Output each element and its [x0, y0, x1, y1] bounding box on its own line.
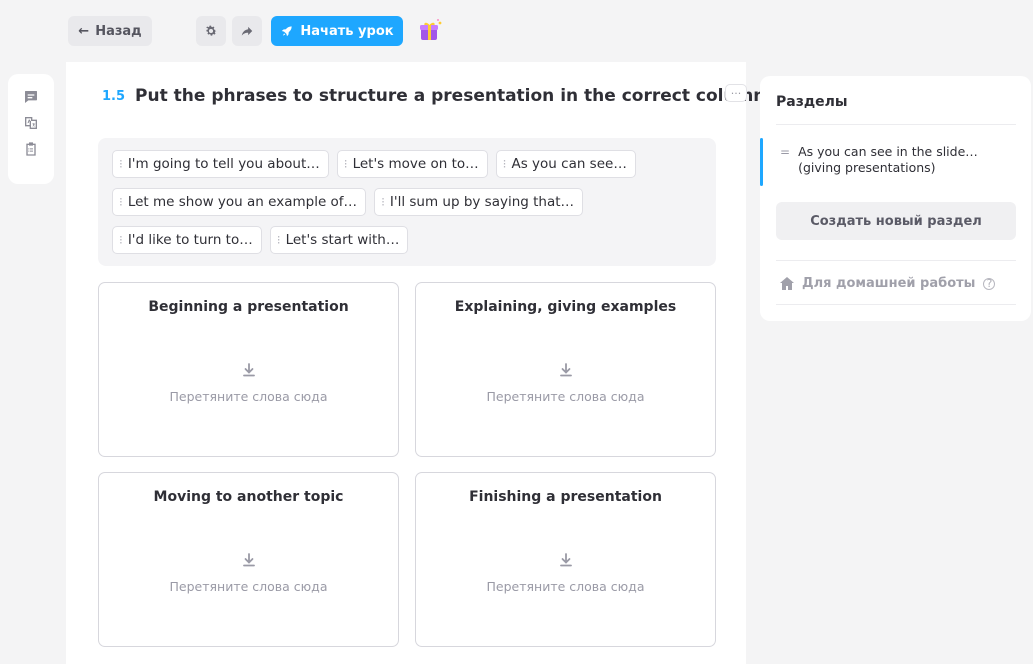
- back-label: Назад: [95, 23, 142, 39]
- clipboard-icon: [26, 142, 36, 156]
- notes-button[interactable]: [22, 140, 40, 158]
- homework-item[interactable]: Для домашней работы ?: [780, 276, 996, 291]
- exercise-panel: 1.5 Put the phrases to structure a prese…: [66, 62, 772, 664]
- chip-text: I'll sum up by saying that…: [389, 194, 575, 210]
- start-lesson-button[interactable]: Начать урок: [271, 16, 403, 46]
- download-arrow-icon: [99, 363, 398, 377]
- chip-text: As you can see…: [511, 156, 627, 172]
- back-button[interactable]: ← Назад: [68, 16, 152, 46]
- share-button[interactable]: [232, 16, 262, 46]
- download-arrow-icon: [99, 553, 398, 567]
- drag-handle-icon: ⁝: [343, 157, 348, 171]
- drop-zone-beginning[interactable]: Beginning a presentation Перетяните слов…: [98, 282, 399, 457]
- task-number: 1.5: [102, 88, 126, 104]
- chip-row: ⁝ Let me show you an example of… ⁝ I'll su…: [112, 188, 702, 216]
- chip-row: ⁝ I'm going to tell you about… ⁝ Let's mov…: [112, 150, 702, 178]
- translate-icon: [25, 117, 37, 129]
- gear-icon: [206, 25, 217, 36]
- drop-zone-finishing[interactable]: Finishing a presentation Перетяните слов…: [415, 472, 716, 647]
- drop-zone-hint: Перетяните слова сюда: [169, 389, 328, 404]
- drop-zone-hint: Перетяните слова сюда: [486, 389, 645, 404]
- sections-panel: Разделы = As you can see in the slide… (…: [760, 76, 1031, 321]
- help-icon[interactable]: ?: [983, 277, 996, 290]
- start-lesson-label: Начать урок: [300, 23, 394, 39]
- chip-row: ⁝ I'd like to turn to… ⁝ Let's start with…: [112, 226, 702, 254]
- home-icon: [780, 277, 794, 290]
- chip-text: Let me show you an example of…: [127, 194, 358, 210]
- drag-handle-icon: ⁝: [502, 157, 507, 171]
- settings-button[interactable]: [196, 16, 226, 46]
- more-options-button[interactable]: ···: [725, 84, 747, 102]
- task-title: Put the phrases to structure a presentat…: [135, 86, 772, 106]
- chip-text: Let's move on to…: [352, 156, 479, 172]
- translate-button[interactable]: [22, 114, 40, 132]
- drop-zone-title: Explaining, giving examples: [454, 299, 677, 315]
- top-toolbar: ← Назад Начать урок: [0, 0, 1033, 62]
- divider: [776, 260, 1016, 261]
- homework-label: Для домашней работы: [802, 276, 976, 291]
- chip-text: I'm going to tell you about…: [127, 156, 320, 172]
- drag-handle-icon: ⁝: [119, 233, 123, 247]
- section-item-label: As you can see in the slide… (giving pre…: [798, 144, 978, 175]
- download-arrow-icon: [416, 363, 715, 377]
- chat-icon: [25, 91, 37, 103]
- drop-zone-explaining[interactable]: Explaining, giving examples Перетяните с…: [415, 282, 716, 457]
- drop-zone-moving[interactable]: Moving to another topic Перетяните слова…: [98, 472, 399, 647]
- phrase-chip[interactable]: ⁝ Let's move on to…: [336, 150, 488, 178]
- active-indicator: [760, 138, 763, 186]
- chat-button[interactable]: [22, 88, 40, 106]
- drop-zone-title: Beginning a presentation: [148, 299, 349, 315]
- section-item[interactable]: = As you can see in the slide… (giving p…: [760, 136, 1031, 190]
- phrase-chip[interactable]: ⁝ As you can see…: [495, 150, 636, 178]
- download-arrow-icon: [416, 553, 715, 567]
- gift-icon: [420, 19, 442, 40]
- left-tool-rail: [8, 74, 54, 184]
- phrase-chip[interactable]: ⁝ I'm going to tell you about…: [112, 150, 329, 178]
- drag-handle-icon: ⁝: [119, 195, 123, 209]
- drag-handle-icon: =: [780, 145, 791, 159]
- divider: [776, 124, 1016, 125]
- drag-handle-icon: ⁝: [276, 233, 281, 247]
- sections-title: Разделы: [776, 94, 848, 110]
- phrase-chip[interactable]: ⁝ Let's start with…: [269, 226, 409, 254]
- chip-text: I'd like to turn to…: [127, 232, 253, 248]
- drop-zone-title: Finishing a presentation: [469, 489, 662, 505]
- task-header: 1.5 Put the phrases to structure a prese…: [102, 86, 772, 106]
- chip-text: Let's start with…: [285, 232, 400, 248]
- drag-handle-icon: ⁝: [381, 195, 385, 209]
- rocket-icon: [282, 26, 293, 37]
- drag-handle-icon: ⁝: [119, 157, 123, 171]
- create-section-button[interactable]: Создать новый раздел: [776, 202, 1016, 240]
- gift-button[interactable]: [412, 14, 448, 48]
- phrase-chip[interactable]: ⁝ Let me show you an example of…: [112, 188, 367, 216]
- phrase-chip[interactable]: ⁝ I'll sum up by saying that…: [374, 188, 584, 216]
- phrase-chip[interactable]: ⁝ I'd like to turn to…: [112, 226, 262, 254]
- share-arrow-icon: [241, 26, 253, 36]
- arrow-left-icon: ←: [78, 23, 90, 39]
- drop-zone-hint: Перетяните слова сюда: [486, 579, 645, 594]
- word-bank: ⁝ I'm going to tell you about… ⁝ Let's mov…: [98, 138, 716, 266]
- drop-zone-hint: Перетяните слова сюда: [169, 579, 328, 594]
- drop-zone-title: Moving to another topic: [153, 489, 344, 505]
- divider: [776, 304, 1016, 305]
